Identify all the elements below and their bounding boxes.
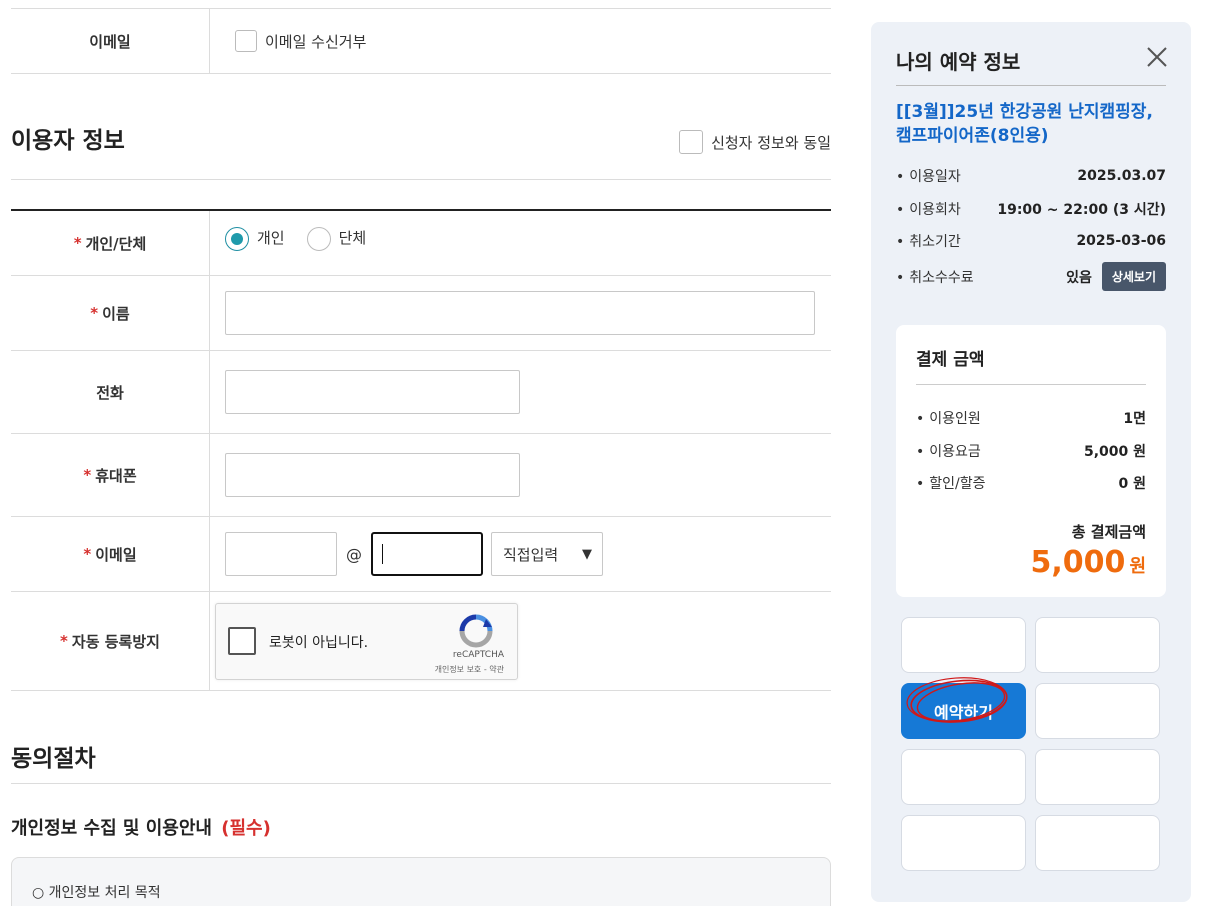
same-as-applicant-checkbox[interactable] bbox=[679, 130, 704, 154]
name-row: * 이름 bbox=[11, 276, 831, 351]
email-domain-select[interactable]: 직접입력 ▼ bbox=[491, 532, 603, 576]
same-as-applicant-label: 신청자 정보와 동일 bbox=[711, 133, 831, 152]
action-button[interactable] bbox=[1035, 683, 1160, 739]
consent-title: 동의절차 bbox=[11, 746, 96, 772]
info-value: 있음 bbox=[1066, 269, 1092, 286]
radio-individual[interactable] bbox=[225, 227, 249, 251]
phone-input[interactable] bbox=[225, 370, 520, 414]
reserve-button[interactable]: 예약하기 bbox=[901, 677, 1026, 739]
phone-label: 전화 bbox=[96, 383, 124, 402]
info-key: 이용회차 bbox=[896, 199, 961, 219]
action-button[interactable] bbox=[901, 617, 1026, 673]
divider bbox=[916, 384, 1146, 385]
total-amount: 5,000 원 bbox=[1031, 545, 1146, 580]
privacy-required-tag: (필수) bbox=[221, 818, 271, 839]
total-amount-number: 5,000 bbox=[1030, 545, 1126, 580]
divider bbox=[896, 85, 1166, 86]
required-mark: * bbox=[90, 304, 99, 322]
privacy-purpose-item: ○ 개인정보 처리 목적 bbox=[32, 885, 161, 901]
email-at-sign: @ bbox=[346, 544, 362, 564]
payment-row: 이용요금 5,000 원 bbox=[916, 441, 1146, 461]
mobile-input[interactable] bbox=[225, 453, 520, 497]
email-row: * 이메일 @ 직접입력 ▼ bbox=[11, 517, 831, 592]
reserve-button-label: 예약하기 bbox=[934, 703, 993, 722]
close-icon[interactable] bbox=[1146, 46, 1168, 68]
payment-card: 결제 금액 이용인원 1면 이용요금 5,000 원 할인/할증 0 원 총 결… bbox=[896, 325, 1166, 597]
recaptcha-terms-link[interactable]: 개인정보 보호 - 약관 bbox=[435, 664, 504, 675]
info-value: 2025.03.07 bbox=[1077, 168, 1166, 184]
captcha-row-label: 자동 등록방지 bbox=[71, 632, 160, 651]
type-row: * 개인/단체 개인 단체 bbox=[11, 211, 831, 276]
info-key: 취소수수료 bbox=[896, 267, 973, 287]
privacy-title-text: 개인정보 수집 및 이용안내 bbox=[11, 818, 212, 839]
payment-key: 이용인원 bbox=[916, 408, 981, 428]
info-row: 이용회차 19:00 ~ 22:00 (3 시간) bbox=[896, 199, 1166, 219]
program-name: [[3월]]25년 한강공원 난지캠핑장, 캠프파이어존(8인용) bbox=[896, 102, 1153, 146]
info-row: 취소기간 2025-03-06 bbox=[896, 231, 1166, 251]
mobile-label: 휴대폰 bbox=[95, 466, 137, 485]
recaptcha-logo-icon bbox=[459, 614, 493, 647]
recaptcha-checkbox[interactable] bbox=[228, 626, 256, 655]
type-label: 개인/단체 bbox=[85, 234, 147, 253]
payment-key: 이용요금 bbox=[916, 441, 981, 461]
action-button[interactable] bbox=[1035, 617, 1160, 673]
payment-value: 0 원 bbox=[1118, 476, 1147, 492]
recaptcha-widget: 로봇이 아닙니다. reCAPTCHA 개인정보 보호 - 약관 bbox=[215, 602, 518, 680]
action-button[interactable] bbox=[901, 815, 1026, 871]
email-label: 이메일 bbox=[95, 545, 137, 564]
radio-group[interactable] bbox=[306, 227, 331, 251]
text-cursor bbox=[382, 544, 383, 564]
reservation-panel: 나의 예약 정보 [[3월]]25년 한강공원 난지캠핑장, 캠프파이어존(8인… bbox=[871, 22, 1191, 902]
email-optout-label: 이메일 수신거부 bbox=[265, 32, 367, 51]
action-button[interactable] bbox=[1035, 749, 1160, 805]
required-mark: * bbox=[83, 545, 92, 563]
payment-value: 5,000 원 bbox=[1083, 444, 1146, 460]
mobile-row: * 휴대폰 bbox=[11, 434, 831, 517]
info-value: 19:00 ~ 22:00 (3 시간) bbox=[997, 202, 1166, 218]
radio-group-label: 단체 bbox=[338, 229, 367, 247]
detail-button[interactable]: 상세보기 bbox=[1101, 262, 1166, 291]
info-row: 이용일자 2025.03.07 bbox=[896, 166, 1166, 186]
required-mark: * bbox=[73, 234, 82, 252]
payment-title: 결제 금액 bbox=[916, 350, 985, 370]
total-label: 총 결제금액 bbox=[1071, 523, 1146, 541]
email-domain-select-value: 직접입력 bbox=[503, 545, 559, 564]
info-key: 취소기간 bbox=[896, 231, 961, 251]
info-value: 2025-03-06 bbox=[1076, 233, 1166, 249]
captcha-row: * 자동 등록방지 로봇이 아닙니다. reCAPTCHA 개인정보 보호 - 약… bbox=[11, 592, 831, 691]
recaptcha-brand: reCAPTCHA bbox=[452, 649, 504, 660]
info-key: 이용일자 bbox=[896, 166, 961, 186]
email-id-input[interactable] bbox=[225, 532, 337, 576]
privacy-content-box: ○ 개인정보 처리 목적 bbox=[11, 857, 831, 906]
required-mark: * bbox=[60, 632, 68, 650]
email-top-label: 이메일 bbox=[11, 9, 210, 73]
email-top-row: 이메일 이메일 수신거부 bbox=[11, 9, 831, 74]
action-button[interactable] bbox=[901, 749, 1026, 805]
name-label: 이름 bbox=[102, 304, 130, 323]
required-mark: * bbox=[83, 466, 92, 484]
privacy-title: 개인정보 수집 및 이용안내 (필수) bbox=[11, 814, 271, 840]
action-button[interactable] bbox=[1035, 815, 1160, 871]
payment-row: 할인/할증 0 원 bbox=[916, 473, 1146, 493]
divider bbox=[11, 179, 831, 180]
same-as-applicant[interactable]: 신청자 정보와 동일 bbox=[679, 130, 831, 154]
dropdown-arrow-icon: ▼ bbox=[582, 546, 592, 562]
radio-individual-label: 개인 bbox=[257, 229, 285, 247]
recaptcha-label: 로봇이 아닙니다. bbox=[269, 634, 369, 651]
total-amount-unit: 원 bbox=[1129, 556, 1146, 577]
user-info-title: 이용자 정보 bbox=[11, 128, 125, 154]
name-input[interactable] bbox=[225, 291, 815, 335]
payment-value: 1면 bbox=[1123, 411, 1146, 427]
email-domain-input[interactable] bbox=[371, 532, 483, 576]
payment-row: 이용인원 1면 bbox=[916, 408, 1146, 428]
phone-row: 전화 bbox=[11, 351, 831, 434]
email-optout-checkbox[interactable] bbox=[235, 30, 257, 52]
divider bbox=[11, 783, 831, 784]
reservation-title: 나의 예약 정보 bbox=[896, 50, 1021, 74]
info-row: 취소수수료 있음 상세보기 bbox=[896, 262, 1166, 291]
payment-key: 할인/할증 bbox=[916, 473, 985, 493]
